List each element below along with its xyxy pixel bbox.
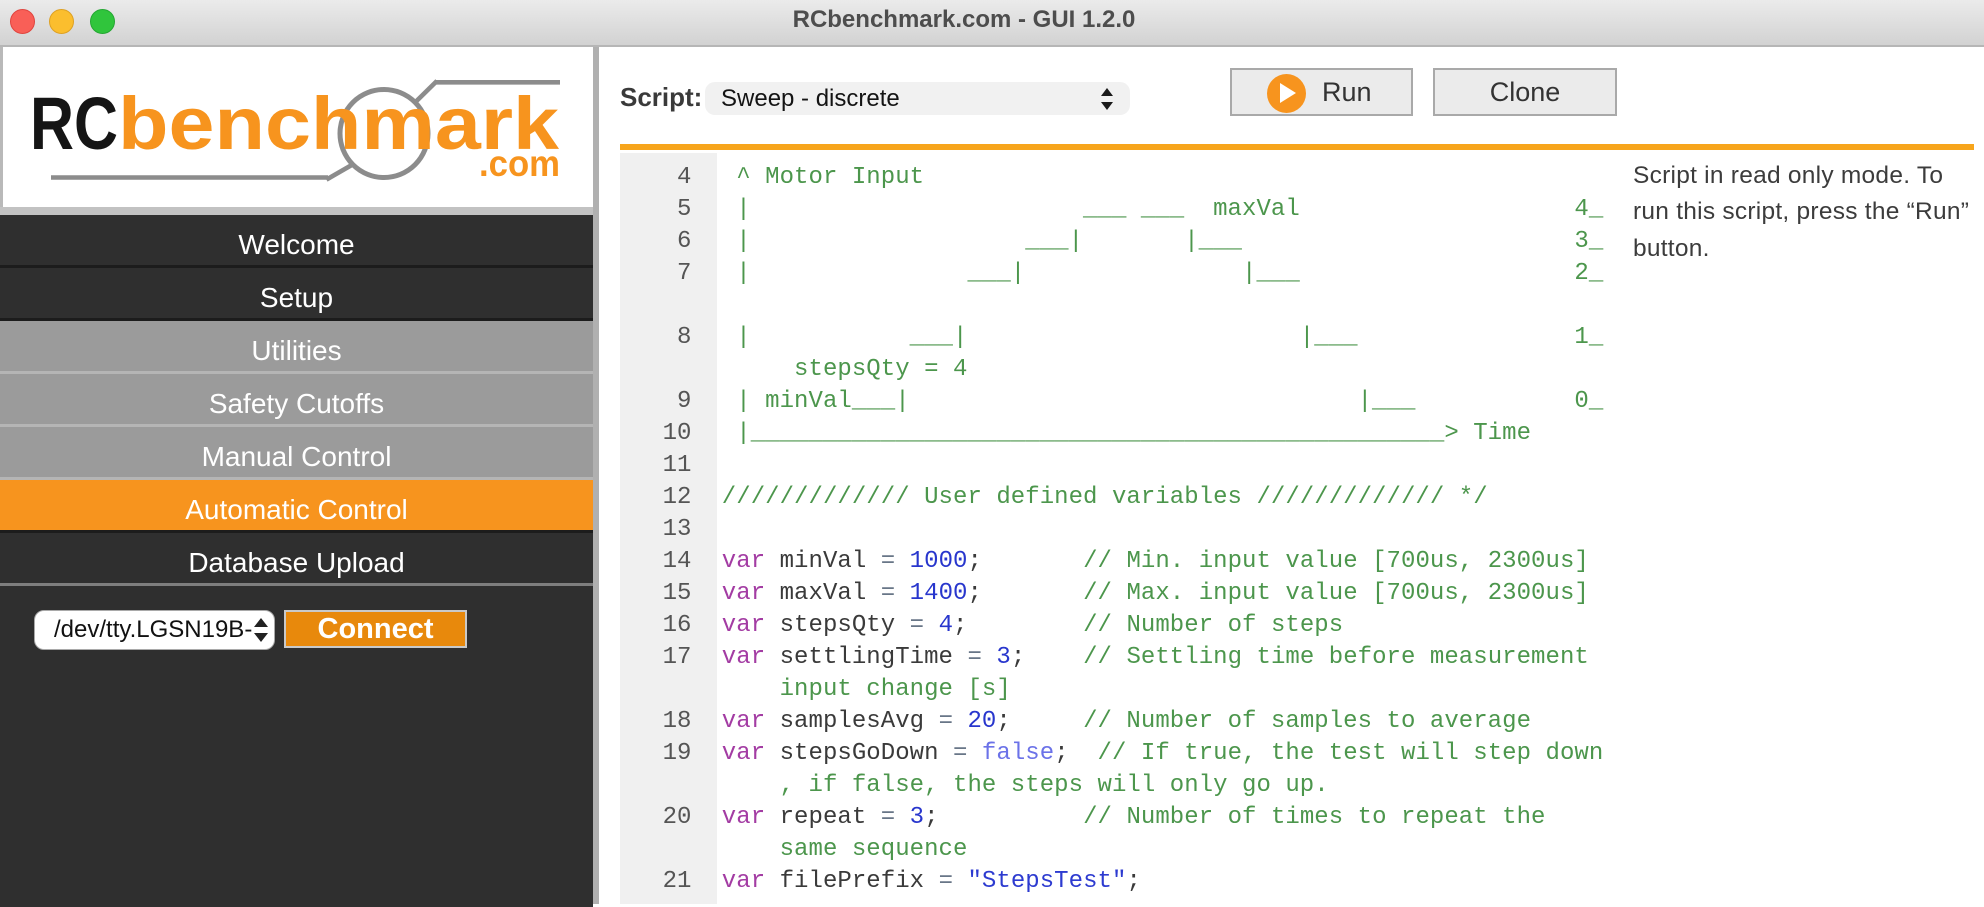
- svg-text:RC: RC: [30, 82, 118, 165]
- svg-text:.com: .com: [479, 143, 560, 184]
